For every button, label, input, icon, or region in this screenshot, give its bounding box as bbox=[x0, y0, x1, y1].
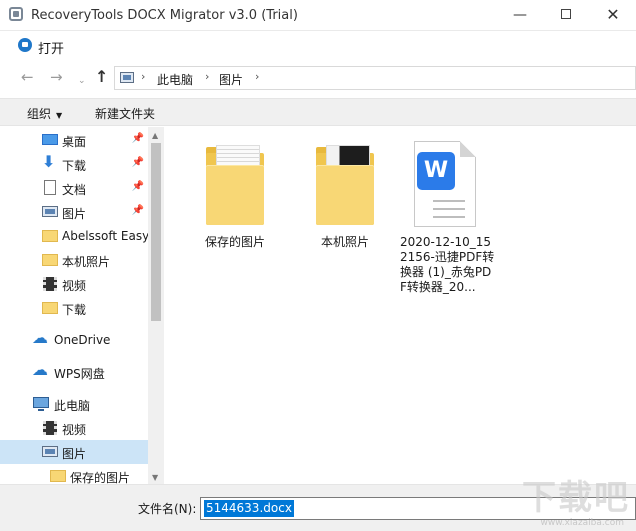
file-item-saved-pictures[interactable]: 保存的图片 bbox=[180, 141, 290, 250]
sidebar-item-wps-drive[interactable]: ☁ WPS网盘 bbox=[0, 360, 148, 384]
file-item-local-photos[interactable]: 本机照片 bbox=[290, 141, 400, 250]
sidebar-item-label: 下载 bbox=[62, 303, 87, 317]
pictures-icon bbox=[42, 206, 58, 217]
sidebar-item-label: WPS网盘 bbox=[54, 367, 105, 381]
close-button[interactable]: ✕ bbox=[590, 0, 636, 30]
breadcrumb-separator-icon[interactable]: › bbox=[205, 70, 209, 83]
folder-icon bbox=[42, 302, 58, 314]
sidebar-item-documents[interactable]: 文档 📌 bbox=[0, 176, 148, 200]
back-arrow-icon[interactable]: ← bbox=[21, 68, 34, 86]
sidebar-item-downloads[interactable]: ⬇ 下载 📌 bbox=[0, 152, 148, 176]
filename-label: 文件名(N): bbox=[138, 502, 197, 516]
folder-icon bbox=[200, 141, 270, 231]
filename-value: 5144633.docx bbox=[204, 500, 294, 517]
sidebar-item-label: 此电脑 bbox=[54, 399, 91, 413]
watermark-url: www.xiazaiba.com bbox=[540, 518, 624, 528]
file-list-view: 保存的图片 本机照片 W 2020-12-10_152156-迅捷PDF转换器 … bbox=[164, 127, 636, 484]
sidebar-item-abelssoft[interactable]: Abelssoft Easy bbox=[0, 224, 150, 248]
open-dialog-icon bbox=[18, 38, 32, 52]
forward-arrow-icon[interactable]: → bbox=[50, 68, 63, 86]
organize-label: 组织 bbox=[27, 107, 52, 121]
new-folder-button[interactable]: 新建文件夹 bbox=[95, 105, 155, 122]
sidebar-item-label: 保存的图片 bbox=[70, 471, 131, 484]
sidebar-item-label: 本机照片 bbox=[62, 255, 111, 269]
sidebar-item-label: 视频 bbox=[62, 279, 87, 293]
folder-icon bbox=[42, 230, 58, 242]
sidebar-item-label: Abelssoft Easy bbox=[62, 229, 150, 243]
cloud-icon: ☁ bbox=[32, 328, 48, 347]
sidebar-scrollbar[interactable]: ▲ ▼ bbox=[148, 127, 164, 484]
wps-w-icon: W bbox=[417, 152, 455, 190]
file-name: 本机照片 bbox=[320, 235, 369, 249]
pin-icon: 📌 bbox=[131, 133, 144, 144]
cloud-icon: ☁ bbox=[32, 360, 48, 379]
scroll-down-arrow-icon[interactable]: ▼ bbox=[152, 473, 158, 482]
pin-icon: 📌 bbox=[131, 157, 144, 168]
document-icon bbox=[44, 180, 56, 195]
breadcrumb-this-pc[interactable]: 此电脑 bbox=[157, 71, 193, 88]
maximize-icon bbox=[561, 8, 571, 19]
breadcrumb-pictures[interactable]: 图片 bbox=[219, 71, 243, 88]
recent-locations-chevron-icon[interactable]: ⌄ bbox=[78, 72, 86, 90]
dialog-header: 打开 bbox=[0, 32, 636, 60]
window-titlebar: RecoveryTools DOCX Migrator v3.0 (Trial)… bbox=[0, 0, 636, 31]
pictures-icon bbox=[42, 446, 58, 457]
sidebar-item-videos[interactable]: 视频 bbox=[0, 416, 148, 440]
watermark-logo: 下载吧 bbox=[522, 478, 630, 518]
sidebar-item-local-photos[interactable]: 本机照片 bbox=[0, 248, 148, 272]
folder-icon bbox=[310, 141, 380, 231]
video-icon bbox=[43, 421, 57, 435]
up-arrow-icon[interactable]: ↑ bbox=[95, 68, 108, 86]
sidebar-item-label: 图片 bbox=[62, 207, 87, 221]
file-item-docx[interactable]: W 2020-12-10_152156-迅捷PDF转换器 (1)_赤兔PDF转换… bbox=[400, 141, 500, 295]
sidebar-item-this-pc[interactable]: 此电脑 bbox=[0, 392, 148, 416]
scroll-up-arrow-icon[interactable]: ▲ bbox=[152, 131, 158, 140]
breadcrumb-separator-icon[interactable]: › bbox=[141, 70, 145, 83]
pictures-location-icon bbox=[120, 72, 134, 83]
dialog-title: 打开 bbox=[38, 42, 65, 57]
video-icon bbox=[43, 277, 57, 291]
maximize-button[interactable] bbox=[543, 0, 589, 30]
sidebar-item-label: 图片 bbox=[62, 447, 87, 461]
scrollbar-thumb[interactable] bbox=[151, 143, 161, 321]
file-name: 保存的图片 bbox=[204, 235, 265, 249]
sidebar-item-pictures[interactable]: 图片 bbox=[0, 440, 148, 464]
folder-icon bbox=[42, 254, 58, 266]
sidebar-item-onedrive[interactable]: ☁ OneDrive bbox=[0, 328, 148, 352]
address-bar[interactable]: › 此电脑 › 图片 › bbox=[114, 66, 636, 90]
desktop-icon bbox=[42, 134, 58, 145]
navigation-bar: ← → ⌄ ↑ › 此电脑 › 图片 › bbox=[0, 62, 636, 94]
sidebar-item-videos-quick[interactable]: 视频 bbox=[0, 272, 148, 296]
computer-icon bbox=[33, 397, 49, 411]
breadcrumb-separator-icon[interactable]: › bbox=[255, 70, 259, 83]
minimize-button[interactable]: — bbox=[497, 0, 543, 30]
file-name: 2020-12-10_152156-迅捷PDF转换器 (1)_赤兔PDF转换器_… bbox=[400, 235, 495, 294]
sidebar-item-label: 文档 bbox=[62, 183, 87, 197]
download-arrow-icon: ⬇ bbox=[42, 152, 56, 171]
sidebar-item-label: 桌面 bbox=[62, 135, 87, 149]
sidebar-item-downloads-folder[interactable]: 下载 bbox=[0, 296, 148, 320]
sidebar-item-label: 视频 bbox=[62, 423, 87, 437]
sidebar-item-pictures-quick[interactable]: 图片 📌 bbox=[0, 200, 148, 224]
sidebar-item-label: OneDrive bbox=[54, 333, 111, 347]
window-title: RecoveryTools DOCX Migrator v3.0 (Trial) bbox=[31, 8, 298, 23]
command-toolbar: 组织 ▼ 新建文件夹 bbox=[0, 98, 636, 126]
sidebar-item-saved-pictures[interactable]: 保存的图片 bbox=[0, 464, 148, 484]
folder-icon bbox=[50, 470, 66, 482]
organize-button[interactable]: 组织 ▼ bbox=[27, 105, 62, 122]
pin-icon: 📌 bbox=[131, 205, 144, 216]
sidebar-item-desktop[interactable]: 桌面 📌 bbox=[0, 128, 148, 152]
app-icon bbox=[9, 7, 23, 21]
caret-down-icon: ▼ bbox=[56, 111, 63, 120]
word-document-icon: W bbox=[406, 141, 476, 231]
pin-icon: 📌 bbox=[131, 181, 144, 192]
navigation-pane: 桌面 📌 ⬇ 下载 📌 文档 📌 图片 📌 Abelssoft Easy 本机照… bbox=[0, 127, 164, 484]
sidebar-item-label: 下载 bbox=[62, 159, 87, 173]
